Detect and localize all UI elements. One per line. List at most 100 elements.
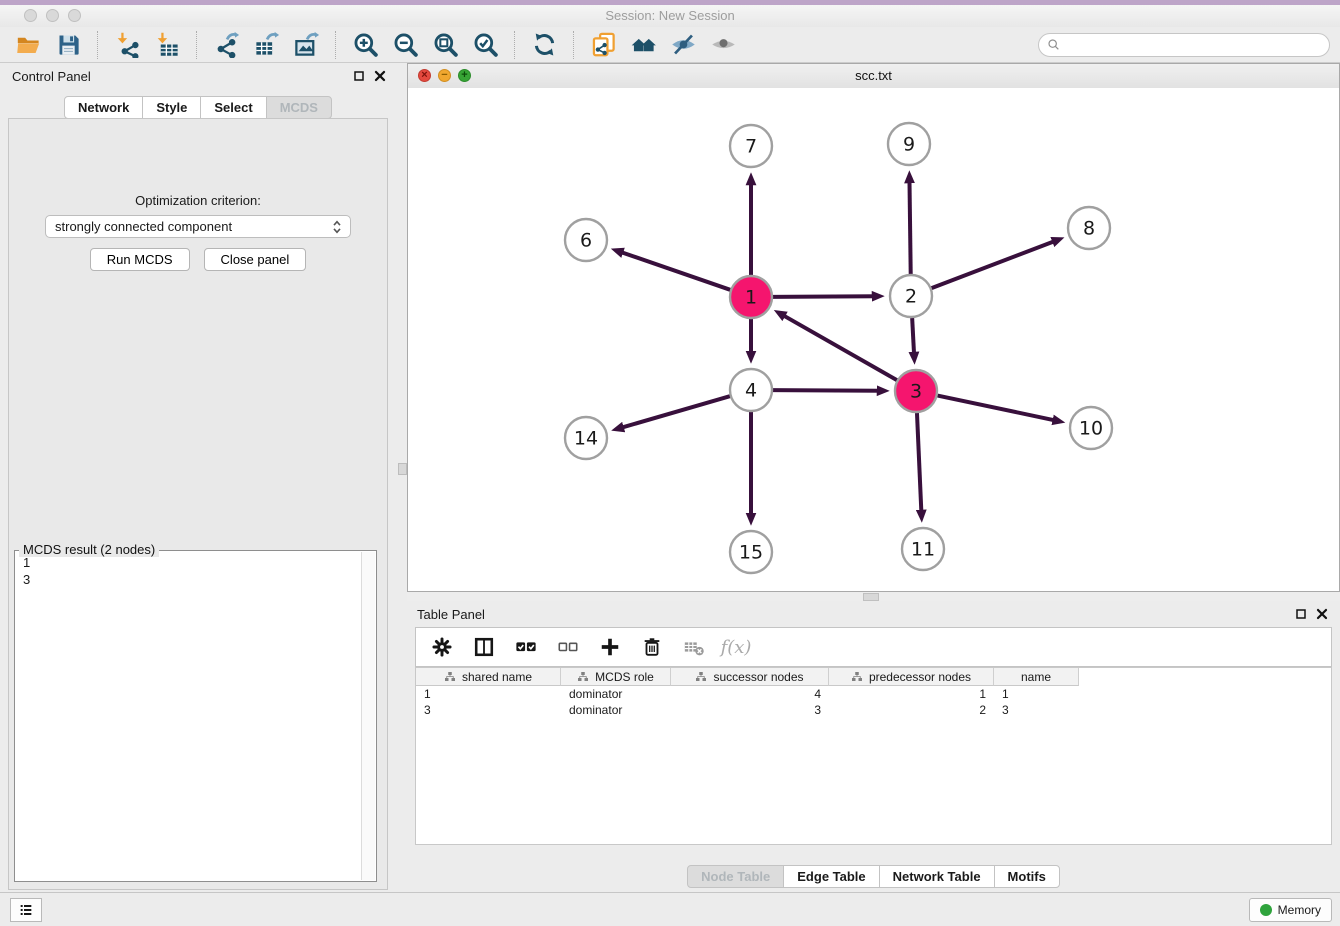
tab-edge-table[interactable]: Edge Table xyxy=(783,865,879,888)
search-icon xyxy=(1046,37,1062,53)
control-panel-title: Control Panel xyxy=(12,69,91,84)
graph-node-3[interactable]: 3 xyxy=(895,370,937,412)
zoom-out-icon xyxy=(392,31,419,58)
export-table-button[interactable] xyxy=(250,30,282,60)
tab-node-table[interactable]: Node Table xyxy=(687,865,784,888)
save-session-button[interactable] xyxy=(52,30,84,60)
splitter-grip[interactable] xyxy=(398,463,407,475)
column-header-label: predecessor nodes xyxy=(869,670,971,684)
table-cell: dominator xyxy=(561,703,671,717)
graph-node-2[interactable]: 2 xyxy=(890,275,932,317)
settings-button[interactable] xyxy=(428,633,456,661)
function-button: f(x) xyxy=(722,633,750,661)
open-session-icon xyxy=(15,31,42,58)
close-panel-icon[interactable] xyxy=(1316,608,1328,620)
search-input[interactable] xyxy=(1062,35,1329,55)
optimization-criterion-select[interactable]: strongly connected component xyxy=(45,215,351,238)
tab-mcds[interactable]: MCDS xyxy=(266,96,332,119)
splitter-grip[interactable] xyxy=(863,593,879,601)
zoom-in-button[interactable] xyxy=(349,30,381,60)
graph-node-11[interactable]: 11 xyxy=(902,528,944,570)
export-image-button[interactable] xyxy=(290,30,322,60)
tab-network-table[interactable]: Network Table xyxy=(879,865,995,888)
eye-slash-button[interactable] xyxy=(667,30,699,60)
column-header-successor-nodes[interactable]: successor nodes xyxy=(671,668,829,686)
close-panel-button[interactable]: Close panel xyxy=(204,248,307,271)
task-history-button[interactable] xyxy=(10,898,42,922)
column-header-shared-name[interactable]: shared name xyxy=(416,668,561,686)
graph-edge-4-14 xyxy=(621,396,730,428)
tab-network[interactable]: Network xyxy=(64,96,143,119)
delete-row-button[interactable] xyxy=(638,633,666,661)
table-row[interactable]: 1dominator411 xyxy=(416,686,1331,702)
graph-edge-2-8 xyxy=(932,241,1056,288)
list-icon xyxy=(18,902,34,918)
column-header-MCDS-role[interactable]: MCDS role xyxy=(561,668,671,686)
zoom-out-button[interactable] xyxy=(389,30,421,60)
table-header-row: shared nameMCDS rolesuccessor nodes prede… xyxy=(416,668,1331,686)
zoom-selected-button[interactable] xyxy=(469,30,501,60)
import-network-button[interactable] xyxy=(111,30,143,60)
graph-node-7[interactable]: 7 xyxy=(730,125,772,167)
toolbar-separator xyxy=(514,31,515,59)
zoom-window-button[interactable] xyxy=(68,9,81,22)
horizontal-splitter[interactable] xyxy=(407,592,1340,601)
copy-network-button[interactable] xyxy=(587,30,619,60)
network-graph: 7 9 6 8 1 2 4 3 14 10 15 11 xyxy=(408,88,1339,591)
window-title: Session: New Session xyxy=(0,5,1340,27)
column-header-name[interactable]: name xyxy=(994,668,1079,686)
memory-button[interactable]: Memory xyxy=(1249,898,1332,922)
close-panel-icon[interactable] xyxy=(374,70,386,82)
graph-node-1[interactable]: 1 xyxy=(730,276,772,318)
network-minimize-button[interactable]: − xyxy=(438,69,451,82)
select-all-button[interactable] xyxy=(512,633,540,661)
status-bar: Memory xyxy=(0,892,1340,926)
tab-style[interactable]: Style xyxy=(142,96,201,119)
columns-button[interactable] xyxy=(470,633,498,661)
app-window: Session: New Session Control Panel Netwo… xyxy=(0,0,1340,926)
home-button[interactable] xyxy=(627,30,659,60)
import-table-button[interactable] xyxy=(151,30,183,60)
eye-button[interactable] xyxy=(707,30,739,60)
tab-select[interactable]: Select xyxy=(200,96,266,119)
result-scrollbar[interactable] xyxy=(361,552,375,880)
open-session-button[interactable] xyxy=(12,30,44,60)
graph-node-9[interactable]: 9 xyxy=(888,123,930,165)
network-close-button[interactable]: × xyxy=(418,69,431,82)
columns-icon xyxy=(473,636,495,658)
table-row[interactable]: 3dominator323 xyxy=(416,702,1331,718)
home-icon xyxy=(630,31,657,58)
close-window-button[interactable] xyxy=(24,9,37,22)
node-table: shared nameMCDS rolesuccessor nodes prede… xyxy=(415,667,1332,845)
export-network-button[interactable] xyxy=(210,30,242,60)
float-panel-icon[interactable] xyxy=(1295,608,1307,620)
network-maximize-button[interactable]: + xyxy=(458,69,471,82)
run-mcds-button[interactable]: Run MCDS xyxy=(90,248,190,271)
graph-node-15[interactable]: 15 xyxy=(730,531,772,573)
graph-node-6[interactable]: 6 xyxy=(565,219,607,261)
network-canvas[interactable]: 7 9 6 8 1 2 4 3 14 10 15 11 xyxy=(408,88,1339,591)
svg-text:15: 15 xyxy=(739,542,763,564)
graph-node-10[interactable]: 10 xyxy=(1070,407,1112,449)
column-header-predecessor-nodes[interactable]: predecessor nodes xyxy=(829,668,994,686)
tab-motifs[interactable]: Motifs xyxy=(994,865,1060,888)
graph-node-14[interactable]: 14 xyxy=(565,417,607,459)
mcds-result-box: MCDS result (2 nodes) 13 xyxy=(14,550,377,882)
svg-text:3: 3 xyxy=(910,381,922,403)
copy-network-icon xyxy=(590,31,617,58)
refresh-button[interactable] xyxy=(528,30,560,60)
optimization-criterion-value: strongly connected component xyxy=(55,219,232,234)
graph-node-8[interactable]: 8 xyxy=(1068,207,1110,249)
minimize-window-button[interactable] xyxy=(46,9,59,22)
graph-edge-4-3 xyxy=(773,390,880,391)
eye-slash-icon xyxy=(670,31,697,58)
graph-node-4[interactable]: 4 xyxy=(730,369,772,411)
table-cell: 1 xyxy=(416,687,561,701)
table-cell: dominator xyxy=(561,687,671,701)
deselect-all-button[interactable] xyxy=(554,633,582,661)
vertical-splitter[interactable] xyxy=(396,63,407,893)
add-row-button[interactable] xyxy=(596,633,624,661)
float-panel-icon[interactable] xyxy=(353,70,365,82)
table-cell: 3 xyxy=(994,703,1079,717)
zoom-fit-button[interactable] xyxy=(429,30,461,60)
